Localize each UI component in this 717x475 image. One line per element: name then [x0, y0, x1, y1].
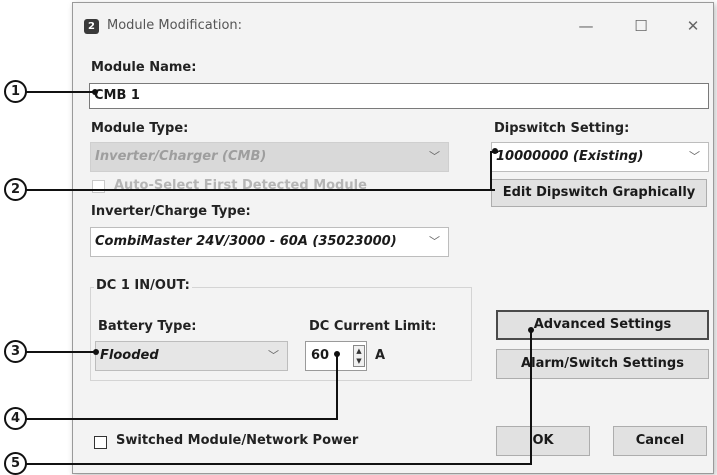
dipswitch-value: 10000000 (Existing) [496, 149, 644, 164]
battery-type-label: Battery Type: [98, 319, 197, 334]
callout-5-vertical [530, 330, 532, 465]
switched-power-checkbox[interactable] [94, 436, 107, 449]
app-logo-icon: 2 [84, 19, 99, 34]
current-unit-label: A [375, 348, 386, 363]
battery-type-dropdown[interactable]: Flooded ﹀ [95, 341, 288, 371]
module-type-dropdown: Inverter/Charger (CMB) ﹀ [90, 142, 449, 172]
chevron-down-icon: ﹀ [268, 349, 279, 362]
callout-5: 5 [4, 452, 27, 475]
callout-3-dot [93, 349, 99, 355]
callout-4-vertical [336, 354, 338, 420]
current-limit-value: 60 [311, 348, 330, 363]
stepper-buttons[interactable]: ▲ ▼ [353, 345, 365, 367]
callout-2-vertical [490, 151, 492, 191]
callout-3-leader [26, 351, 98, 353]
cancel-button[interactable]: Cancel [613, 426, 707, 456]
callout-5-leader [26, 463, 532, 465]
module-type-value: Inverter/Charger (CMB) [95, 149, 267, 164]
callout-4: 4 [4, 407, 27, 430]
spin-down-icon[interactable]: ▼ [354, 356, 364, 366]
inverter-type-value: CombiMaster 24V/3000 - 60A (35023000) [95, 234, 397, 249]
module-type-label: Module Type: [91, 121, 189, 136]
callout-4-dot [334, 351, 340, 357]
close-button[interactable]: ✕ [678, 15, 708, 37]
callout-1: 1 [4, 80, 27, 103]
callout-1-leader [26, 91, 96, 93]
title-bar[interactable]: 2 Module Modification: — ☐ ✕ [73, 3, 713, 49]
minimize-button[interactable]: — [571, 15, 601, 37]
advanced-settings-button[interactable]: Advanced Settings [496, 310, 709, 340]
callout-2-leader [26, 189, 495, 191]
callout-2: 2 [4, 178, 27, 201]
inverter-type-dropdown[interactable]: CombiMaster 24V/3000 - 60A (35023000) ﹀ [90, 227, 449, 257]
callout-3: 3 [4, 340, 27, 363]
chevron-down-icon: ﹀ [689, 150, 700, 163]
module-modification-dialog: 2 Module Modification: — ☐ ✕ Module Name… [72, 2, 714, 474]
battery-type-value: Flooded [100, 348, 159, 363]
auto-select-checkbox[interactable] [92, 180, 105, 193]
dipswitch-setting-label: Dipswitch Setting: [494, 121, 630, 136]
dc-group-title: DC 1 IN/OUT: [94, 278, 192, 293]
switched-power-label: Switched Module/Network Power [116, 433, 359, 448]
callout-1-dot [92, 89, 98, 95]
callout-4-leader [26, 418, 338, 420]
chevron-down-icon: ﹀ [429, 235, 440, 248]
callout-5-dot [528, 327, 534, 333]
inverter-type-label: Inverter/Charge Type: [91, 204, 251, 219]
dipswitch-dropdown[interactable]: 10000000 (Existing) ﹀ [491, 142, 709, 172]
edit-dipswitch-button[interactable]: Edit Dipswitch Graphically [491, 179, 707, 207]
module-name-label: Module Name: [91, 60, 197, 75]
callout-2-dot [492, 148, 498, 154]
ok-button[interactable]: OK [496, 426, 590, 456]
chevron-down-icon: ﹀ [429, 150, 440, 163]
maximize-button[interactable]: ☐ [626, 15, 656, 37]
window-title: Module Modification: [107, 18, 243, 33]
dc-current-limit-label: DC Current Limit: [309, 319, 437, 334]
alarm-switch-settings-button[interactable]: Alarm/Switch Settings [496, 349, 709, 379]
spin-up-icon[interactable]: ▲ [354, 346, 364, 356]
module-name-input[interactable]: CMB 1 [89, 83, 709, 109]
